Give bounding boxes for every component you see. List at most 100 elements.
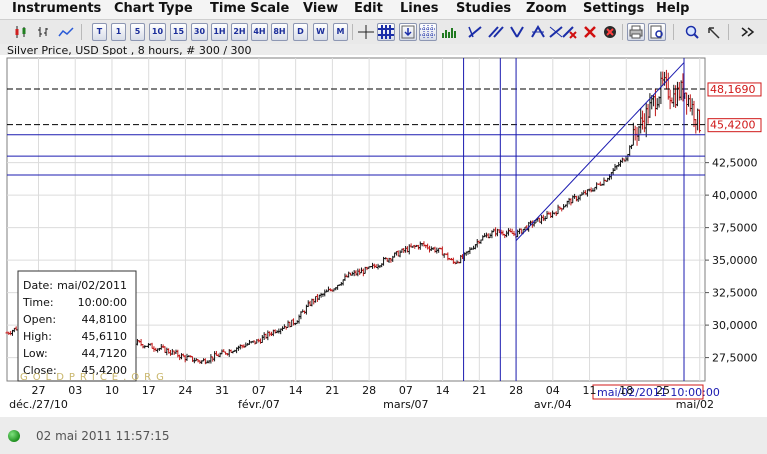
info-row-value: mai/02/2011 bbox=[57, 279, 127, 292]
menu-bar: Instruments Chart Type Time Scale View Edit L… bbox=[0, 0, 767, 20]
x-tick-label: 17 bbox=[142, 384, 156, 397]
grid-dotted-icon[interactable] bbox=[419, 23, 437, 41]
print-preview-icon[interactable] bbox=[648, 23, 666, 41]
period-button-1[interactable]: 1 bbox=[111, 23, 126, 41]
channel-icon[interactable] bbox=[487, 23, 505, 41]
period-button-t[interactable]: T bbox=[92, 23, 107, 41]
bar-chart-icon[interactable] bbox=[34, 23, 52, 41]
zoom-in-icon[interactable] bbox=[683, 23, 701, 41]
menu-chart-type[interactable]: Chart Type bbox=[114, 0, 193, 19]
x-tick-label: 28 bbox=[362, 384, 376, 397]
info-row-label: Low: bbox=[23, 347, 48, 360]
x-tick-label: 10 bbox=[105, 384, 119, 397]
price-tag: 45,4200 bbox=[707, 118, 762, 133]
x-tick-label: 27 bbox=[31, 384, 45, 397]
crosshair-icon[interactable] bbox=[357, 23, 375, 41]
arc-icon[interactable] bbox=[529, 23, 547, 41]
menu-view[interactable]: View bbox=[303, 0, 338, 19]
x-tick-label: 04 bbox=[546, 384, 560, 397]
price-tag: 48,1690 bbox=[707, 82, 762, 97]
print-icon[interactable] bbox=[627, 23, 645, 41]
trendline-icon[interactable] bbox=[466, 23, 484, 41]
x-month-label: avr./04 bbox=[534, 398, 572, 411]
info-row-value: 44,7120 bbox=[82, 347, 128, 360]
info-row-label: Open: bbox=[23, 313, 56, 326]
period-button-1h[interactable]: 1H bbox=[211, 23, 228, 41]
x-month-label: févr./07 bbox=[238, 398, 280, 411]
color-icon[interactable] bbox=[601, 23, 619, 41]
menu-time-scale[interactable]: Time Scale bbox=[210, 0, 289, 19]
price-chart[interactable]: 48,1690 45,4200 mai/02/2011 10:00:00 27,50… bbox=[0, 55, 767, 417]
info-row-value: 44,8100 bbox=[82, 313, 128, 326]
menu-help[interactable]: Help bbox=[656, 0, 689, 19]
price-tag-label: 48,1690 bbox=[710, 83, 756, 96]
x-month-label: mars/07 bbox=[383, 398, 428, 411]
menu-zoom[interactable]: Zoom bbox=[526, 0, 567, 19]
x-tick-label: 31 bbox=[215, 384, 229, 397]
menu-studies[interactable]: Studies bbox=[456, 0, 511, 19]
toolbar-separator bbox=[728, 24, 729, 40]
watermark-logo: GOLDPRICE.ORG bbox=[20, 372, 169, 383]
status-bar: 02 mai 2011 11:57:15 bbox=[0, 424, 767, 448]
info-row-value: 10:00:00 bbox=[78, 296, 127, 309]
x-tick-label: 21 bbox=[325, 384, 339, 397]
connection-status-icon bbox=[8, 430, 20, 442]
toolbar-separator bbox=[352, 24, 353, 40]
x-tick-label: 07 bbox=[252, 384, 266, 397]
x-tick-label: 21 bbox=[472, 384, 486, 397]
grid-icon[interactable] bbox=[377, 23, 395, 41]
volume-icon[interactable] bbox=[440, 23, 458, 41]
delete-line-icon[interactable] bbox=[560, 23, 578, 41]
line-chart-icon[interactable] bbox=[57, 23, 75, 41]
period-button-4h[interactable]: 4H bbox=[251, 23, 268, 41]
menu-edit[interactable]: Edit bbox=[354, 0, 383, 19]
x-tick-label: 28 bbox=[509, 384, 523, 397]
y-tick-label: 42,5000 bbox=[712, 157, 758, 170]
x-tick-label: 25 bbox=[656, 384, 670, 397]
info-row-label: Time: bbox=[22, 296, 54, 309]
arrow-down-icon[interactable] bbox=[399, 23, 417, 41]
period-button-8h[interactable]: 8H bbox=[271, 23, 288, 41]
x-tick-label: 11 bbox=[583, 384, 597, 397]
candlestick-chart-icon[interactable] bbox=[12, 23, 30, 41]
period-button-5[interactable]: 5 bbox=[130, 23, 145, 41]
info-row-label: Date: bbox=[23, 279, 53, 292]
toolbar-separator bbox=[673, 24, 674, 40]
y-tick-label: 35,0000 bbox=[712, 254, 758, 267]
price-tag-label: 45,4200 bbox=[710, 119, 756, 132]
period-button-2h[interactable]: 2H bbox=[231, 23, 248, 41]
status-timestamp: 02 mai 2011 11:57:15 bbox=[36, 429, 170, 443]
y-tick-label: 27,5000 bbox=[712, 352, 758, 365]
x-tick-label: 24 bbox=[178, 384, 192, 397]
menu-lines[interactable]: Lines bbox=[400, 0, 439, 19]
info-row-value: 45,6110 bbox=[82, 330, 128, 343]
more-icon[interactable] bbox=[738, 23, 756, 41]
x-month-label: déc./27/10 bbox=[9, 398, 68, 411]
delete-all-icon[interactable] bbox=[581, 23, 599, 41]
x-tick-label: 14 bbox=[436, 384, 450, 397]
period-button-w[interactable]: W bbox=[313, 23, 328, 41]
y-tick-label: 30,0000 bbox=[712, 319, 758, 332]
toolbar-separator bbox=[622, 24, 623, 40]
x-tick-label: 18 bbox=[619, 384, 633, 397]
period-button-d[interactable]: D bbox=[293, 23, 308, 41]
info-row-label: High: bbox=[23, 330, 52, 343]
y-tick-label: 32,5000 bbox=[712, 287, 758, 300]
period-button-30[interactable]: 30 bbox=[191, 23, 208, 41]
toolbar-separator bbox=[81, 24, 82, 40]
toolbar: T 1 5 10 15 30 1H 2H 4H 8H D W M bbox=[0, 20, 767, 44]
x-month-label: mai/02 bbox=[676, 398, 714, 411]
y-tick-label: 40,0000 bbox=[712, 189, 758, 202]
fan-icon[interactable] bbox=[508, 23, 526, 41]
chart-area[interactable]: 48,1690 45,4200 mai/02/2011 10:00:00 27,50… bbox=[0, 55, 767, 417]
period-button-10[interactable]: 10 bbox=[149, 23, 166, 41]
x-tick-label: 03 bbox=[68, 384, 82, 397]
x-tick-label: 07 bbox=[399, 384, 413, 397]
menu-instruments[interactable]: Instruments bbox=[12, 0, 101, 19]
x-tick-label: 14 bbox=[289, 384, 303, 397]
zoom-out-icon[interactable] bbox=[705, 23, 723, 41]
period-button-m[interactable]: M bbox=[333, 23, 348, 41]
menu-settings[interactable]: Settings bbox=[583, 0, 644, 19]
period-button-15[interactable]: 15 bbox=[170, 23, 187, 41]
y-tick-label: 37,5000 bbox=[712, 222, 758, 235]
